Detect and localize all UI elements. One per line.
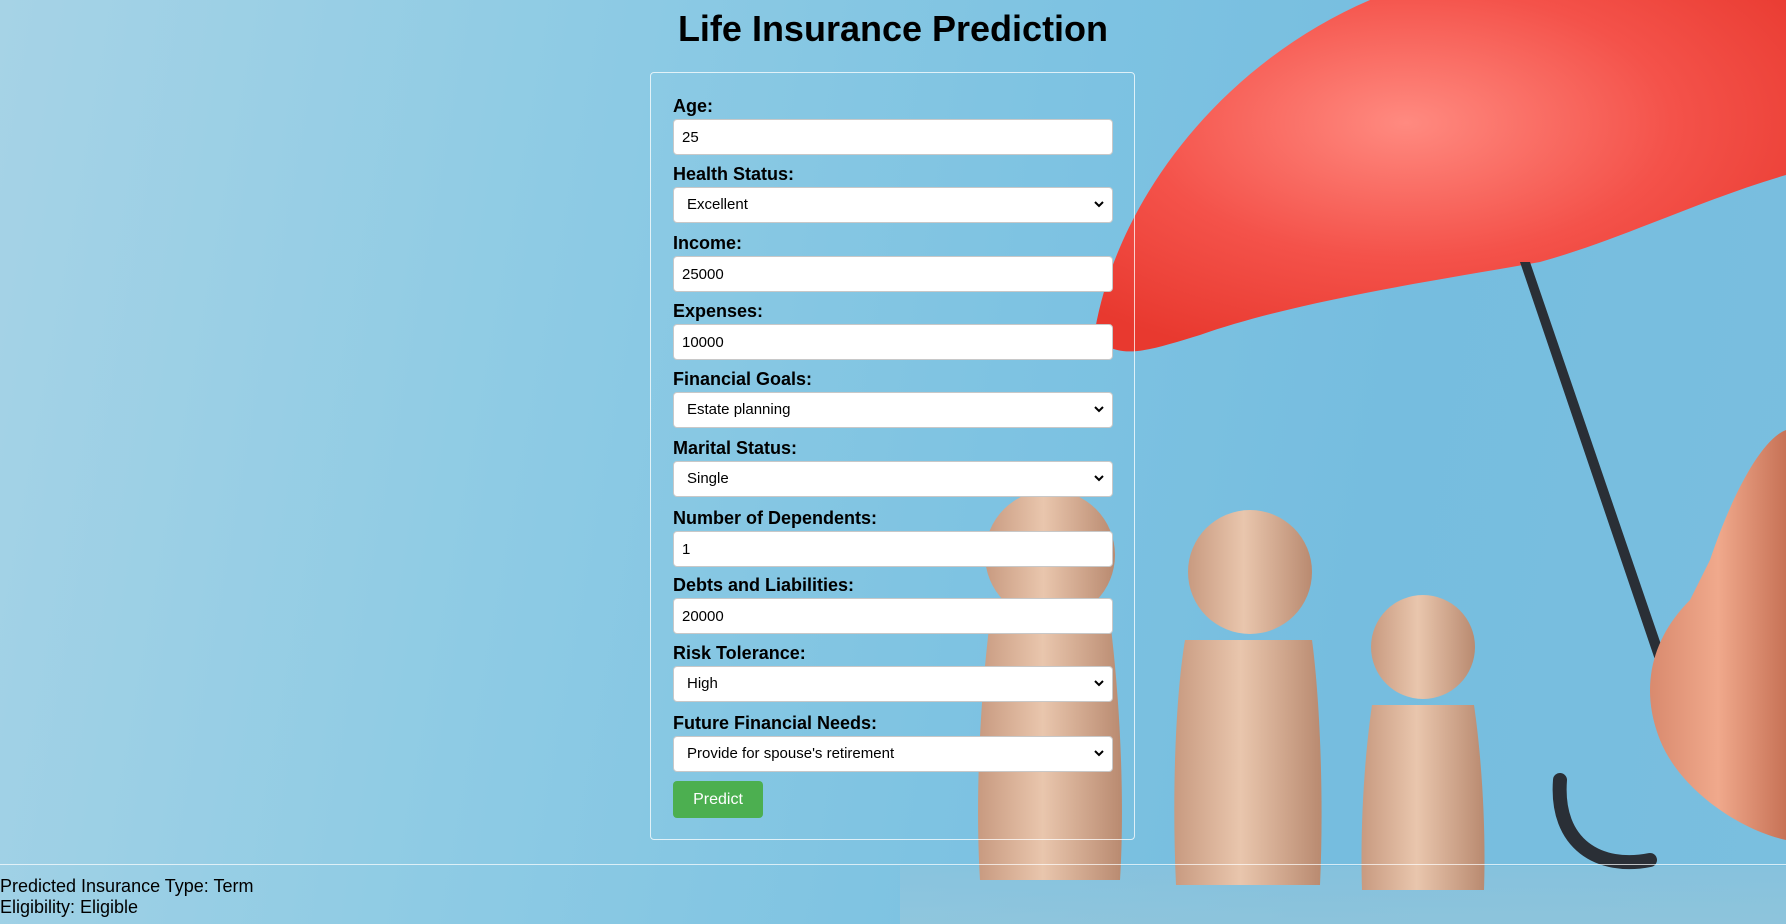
future-needs-label: Future Financial Needs: — [673, 713, 878, 733]
dependents-input[interactable] — [673, 531, 1113, 567]
chevron-down-icon — [1094, 475, 1104, 482]
financial-goals-select[interactable]: Estate planning — [673, 392, 1113, 428]
risk-tolerance-select[interactable]: High — [673, 666, 1113, 702]
age-field-group: Age: — [673, 95, 1113, 155]
future-needs-select[interactable]: Provide for spouse's retirement — [673, 736, 1113, 772]
financial-goals-field-group: Financial Goals: Estate planning — [673, 368, 1113, 428]
health-status-value: Excellent — [687, 196, 748, 213]
page-title: Life Insurance Prediction — [677, 8, 1109, 49]
dependents-label: Number of Dependents: — [673, 508, 878, 528]
dependents-field-group: Number of Dependents: — [673, 507, 1113, 567]
debts-label: Debts and Liabilities: — [673, 575, 855, 595]
divider — [0, 864, 1786, 865]
marital-status-field-group: Marital Status: Single — [673, 437, 1113, 497]
financial-goals-value: Estate planning — [687, 401, 791, 418]
expenses-input[interactable] — [673, 324, 1113, 360]
risk-tolerance-value: High — [687, 675, 718, 692]
marital-status-value: Single — [687, 470, 729, 487]
income-input[interactable] — [673, 256, 1113, 292]
predict-button[interactable]: Predict — [673, 781, 763, 818]
health-status-label: Health Status: — [673, 164, 795, 184]
chevron-down-icon — [1094, 201, 1104, 208]
future-needs-field-group: Future Financial Needs: Provide for spou… — [673, 712, 1113, 772]
predicted-insurance-type: Predicted Insurance Type: Term — [0, 876, 254, 896]
future-needs-value: Provide for spouse's retirement — [687, 745, 895, 762]
income-label: Income: — [673, 233, 743, 253]
marital-status-select[interactable]: Single — [673, 461, 1113, 497]
income-field-group: Income: — [673, 232, 1113, 292]
expenses-label: Expenses: — [673, 301, 764, 321]
chevron-down-icon — [1094, 750, 1104, 757]
age-label: Age: — [673, 96, 713, 116]
health-status-select[interactable]: Excellent — [673, 187, 1113, 223]
chevron-down-icon — [1094, 406, 1104, 413]
age-input[interactable] — [673, 119, 1113, 155]
risk-tolerance-field-group: Risk Tolerance: High — [673, 642, 1113, 702]
marital-status-label: Marital Status: — [673, 438, 798, 458]
risk-tolerance-label: Risk Tolerance: — [673, 643, 806, 663]
expenses-field-group: Expenses: — [673, 300, 1113, 360]
debts-input[interactable] — [673, 598, 1113, 634]
health-status-field-group: Health Status: Excellent — [673, 163, 1113, 223]
financial-goals-label: Financial Goals: — [673, 369, 813, 389]
prediction-form: Age: Health Status: Excellent Income: Ex… — [650, 72, 1135, 840]
chevron-down-icon — [1094, 680, 1104, 687]
eligibility-result: Eligibility: Eligible — [0, 897, 139, 917]
debts-field-group: Debts and Liabilities: — [673, 574, 1113, 634]
